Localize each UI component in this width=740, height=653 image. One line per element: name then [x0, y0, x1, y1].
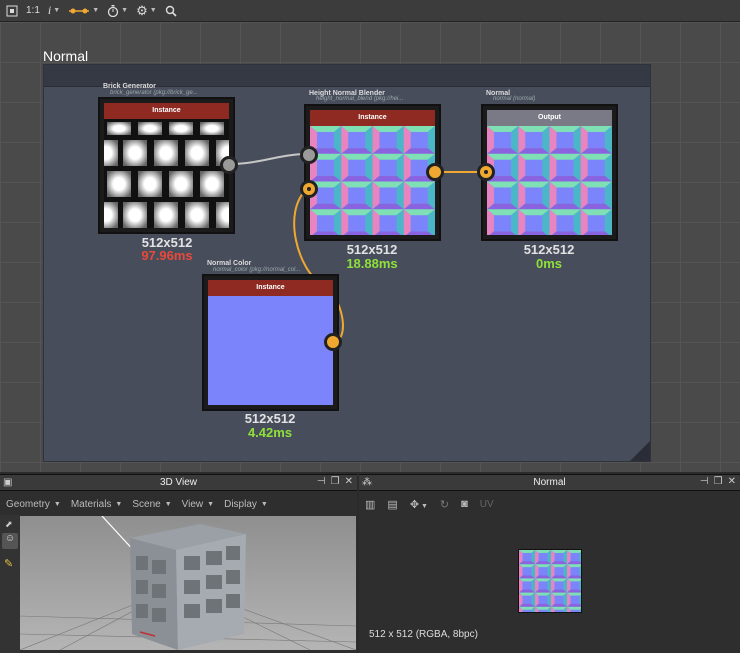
preview-info-label: 512 x 512 (RGBA, 8bpc)	[369, 629, 478, 640]
brick-node-subtitle: brick_generator (pkg://brick_ge...	[110, 90, 198, 96]
2d-view-title: Normal	[533, 477, 566, 488]
gear-icon: ⚙	[136, 2, 148, 18]
normal-map-preview[interactable]	[518, 549, 582, 613]
blender-time-label: 18.88ms	[346, 256, 398, 271]
search-button[interactable]	[165, 2, 177, 20]
info-button[interactable]: i ▼	[48, 2, 60, 20]
color-size-label: 512x512	[244, 411, 296, 426]
output-node-subtitle: normal (normal)	[493, 96, 536, 102]
chevron-down-icon: ▼	[164, 500, 172, 508]
expand-icon[interactable]: ⬈	[5, 519, 13, 530]
normal-output-node[interactable]: Output	[481, 104, 618, 241]
output-time-label: 0ms	[535, 256, 563, 271]
settings-button[interactable]: ⚙ ▼	[136, 2, 157, 20]
2d-view-toolbar: ▥ ▤ ✥ ▼ ↻ ◙ UV	[359, 493, 740, 515]
brick-thumbnail	[104, 119, 229, 228]
panel-controls: ⊣ ❐ ✕	[317, 476, 353, 487]
float-icon[interactable]: ❐	[331, 476, 340, 487]
frame-title: Normal	[43, 48, 89, 64]
scene-menu[interactable]: Scene ▼	[132, 499, 171, 510]
zoom-fit-icon[interactable]	[6, 2, 18, 20]
blender-normal-input-port[interactable]	[300, 180, 318, 198]
timer-icon	[107, 4, 119, 17]
one-to-one-button[interactable]: 1:1	[26, 2, 40, 20]
close-icon[interactable]: ✕	[345, 476, 353, 487]
view-menu[interactable]: View ▼	[182, 499, 214, 510]
output-thumbnail	[487, 126, 612, 235]
chevron-down-icon: ▼	[92, 7, 100, 14]
chevron-down-icon: ▼	[53, 500, 61, 508]
image-icon[interactable]: ▥	[365, 498, 375, 511]
chevron-down-icon: ▼	[115, 500, 123, 508]
connection-style-button[interactable]: ▼	[68, 2, 99, 20]
height-normal-blender-node[interactable]: Instance	[304, 104, 441, 241]
search-icon	[165, 5, 177, 17]
chevron-down-icon: ▼	[207, 500, 215, 508]
brick-output-port[interactable]	[220, 156, 238, 174]
uv-toggle[interactable]: UV	[480, 499, 494, 510]
one-to-one-label: 1:1	[26, 5, 40, 16]
3d-view-header: ▣ 3D View ⊣ ❐ ✕	[0, 475, 357, 491]
brick-generator-node[interactable]: Instance	[98, 97, 235, 234]
3d-view-title: 3D View	[159, 477, 198, 488]
transform-icon[interactable]: ✥ ▼	[410, 498, 428, 511]
timer-button[interactable]: ▼	[107, 2, 128, 20]
chevron-down-icon: ▼	[149, 7, 157, 14]
normal-color-thumbnail	[208, 296, 333, 405]
menu-label: Geometry	[6, 498, 50, 510]
float-icon[interactable]: ❐	[714, 476, 723, 487]
color-time-label: 4.42ms	[247, 425, 293, 440]
normal-color-node[interactable]: Instance	[202, 274, 339, 411]
blender-node-subtitle: height_normal_blend (pkg://hei...	[316, 96, 404, 102]
blender-size-label: 512x512	[346, 242, 398, 257]
menu-label: Materials	[70, 498, 112, 510]
blender-height-input-port[interactable]	[300, 146, 318, 164]
output-input-port[interactable]	[477, 163, 495, 181]
menu-label: View	[181, 498, 204, 510]
color-node-title: Normal Color	[207, 260, 252, 267]
display-menu[interactable]: Display ▼	[224, 499, 268, 510]
color-output-port[interactable]	[324, 333, 342, 351]
3d-view-panel: ▣ 3D View ⊣ ❐ ✕ Geometry ▼ Materials ▼ Scene…	[0, 474, 357, 653]
menu-label: Scene	[132, 498, 161, 510]
node-instance-bar: Instance	[104, 103, 229, 119]
3d-side-toolbar: ⬈ ☺ ✎	[0, 515, 20, 653]
blender-output-port[interactable]	[426, 163, 444, 181]
menu-label: Display	[224, 498, 257, 510]
pin-icon[interactable]: ⊣	[700, 476, 709, 487]
camera-icon[interactable]: ◙	[461, 498, 468, 510]
redo-icon[interactable]: ↻	[440, 498, 449, 511]
node-instance-bar: Instance	[310, 110, 435, 126]
info-icon: i	[47, 3, 52, 17]
blender-thumbnail	[310, 126, 435, 235]
pin-icon[interactable]: ⊣	[317, 476, 326, 487]
geometry-menu[interactable]: Geometry ▼	[6, 499, 61, 510]
3d-viewport[interactable]	[20, 516, 356, 650]
materials-menu[interactable]: Materials ▼	[71, 499, 123, 510]
chevron-down-icon: ▼	[121, 7, 129, 14]
node-instance-bar: Instance	[208, 280, 333, 296]
paste-icon[interactable]: ▤	[387, 498, 397, 511]
node-output-bar: Output	[487, 110, 612, 126]
panel-controls: ⊣ ❐ ✕	[700, 476, 736, 487]
graph-toolbar: 1:1 i ▼ ▼ ▼ ⚙ ▼	[0, 0, 740, 22]
brick-node-title: Brick Generator	[103, 83, 156, 90]
app-window: 1:1 i ▼ ▼ ▼ ⚙ ▼ Normal Brick Generator b…	[0, 0, 740, 653]
chevron-down-icon: ▼	[260, 500, 268, 508]
camera-tool-icon[interactable]: ☺	[2, 533, 18, 549]
3d-view-menubar: Geometry ▼ Materials ▼ Scene ▼ View ▼ Displa…	[0, 493, 357, 515]
2d-view-header: ⁂ Normal ⊣ ❐ ✕	[359, 475, 740, 491]
output-size-label: 512x512	[523, 242, 575, 257]
frame-resize-handle[interactable]	[630, 441, 650, 461]
close-icon[interactable]: ✕	[728, 476, 736, 487]
color-node-subtitle: normal_color (pkg://normal_col...	[213, 267, 301, 273]
light-tool-icon[interactable]: ✎	[4, 557, 13, 570]
chevron-down-icon: ▼	[53, 7, 61, 14]
graph-canvas[interactable]: Normal Brick Generator brick_generator (…	[0, 22, 740, 472]
connection-style-icon	[69, 8, 90, 13]
